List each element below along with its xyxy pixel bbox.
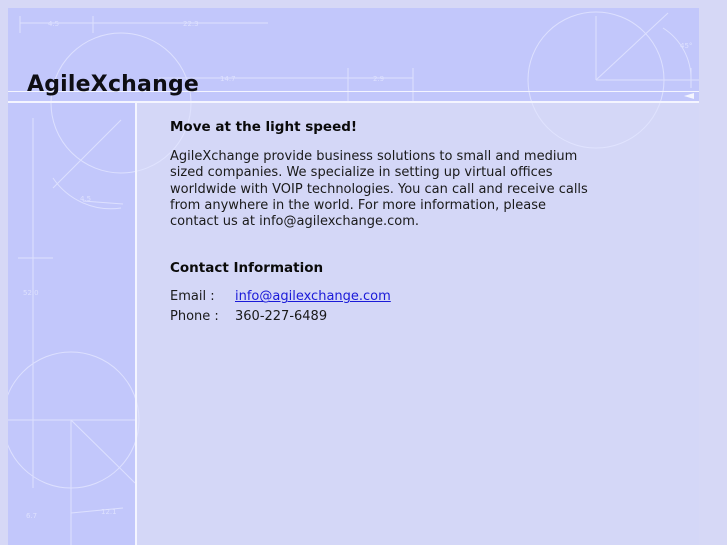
email-link[interactable]: info@agilexchange.com <box>235 289 391 304</box>
dim-label: 6.7 <box>26 512 37 520</box>
phone-label: Phone : <box>170 309 219 325</box>
dim-label: 22.3 <box>183 20 199 28</box>
site-logo: AgileXchange <box>27 72 200 97</box>
sidebar-divider-line <box>135 103 137 545</box>
header-divider-line <box>8 101 699 103</box>
page-frame: 4.5 22.3 14.7 2.9 4.5 52.0 6.7 12.1 45° … <box>8 8 699 545</box>
dim-label: 4.5 <box>80 195 91 203</box>
dim-label: 45° <box>680 42 692 50</box>
dim-label: 4.5 <box>48 20 59 28</box>
dim-label: 14.7 <box>220 75 236 83</box>
main-content: Move at the light speed! AgileXchange pr… <box>170 119 590 329</box>
dim-label: 2.9 <box>373 75 384 83</box>
intro-paragraph: AgileXchange provide business solutions … <box>170 149 588 230</box>
dim-label: 52.0 <box>23 289 39 297</box>
contact-row-phone: Phone : 360-227-6489 <box>170 309 391 329</box>
contact-row-email: Email : info@agilexchange.com <box>170 289 391 309</box>
dim-label: 12.1 <box>101 508 117 516</box>
contact-heading: Contact Information <box>170 260 324 277</box>
page-heading: Move at the light speed! <box>170 119 358 135</box>
email-label: Email : <box>170 289 215 305</box>
contact-table: Email : info@agilexchange.com Phone : 36… <box>170 289 391 329</box>
phone-value: 360-227-6489 <box>235 309 328 325</box>
arrow-icon <box>684 93 694 99</box>
